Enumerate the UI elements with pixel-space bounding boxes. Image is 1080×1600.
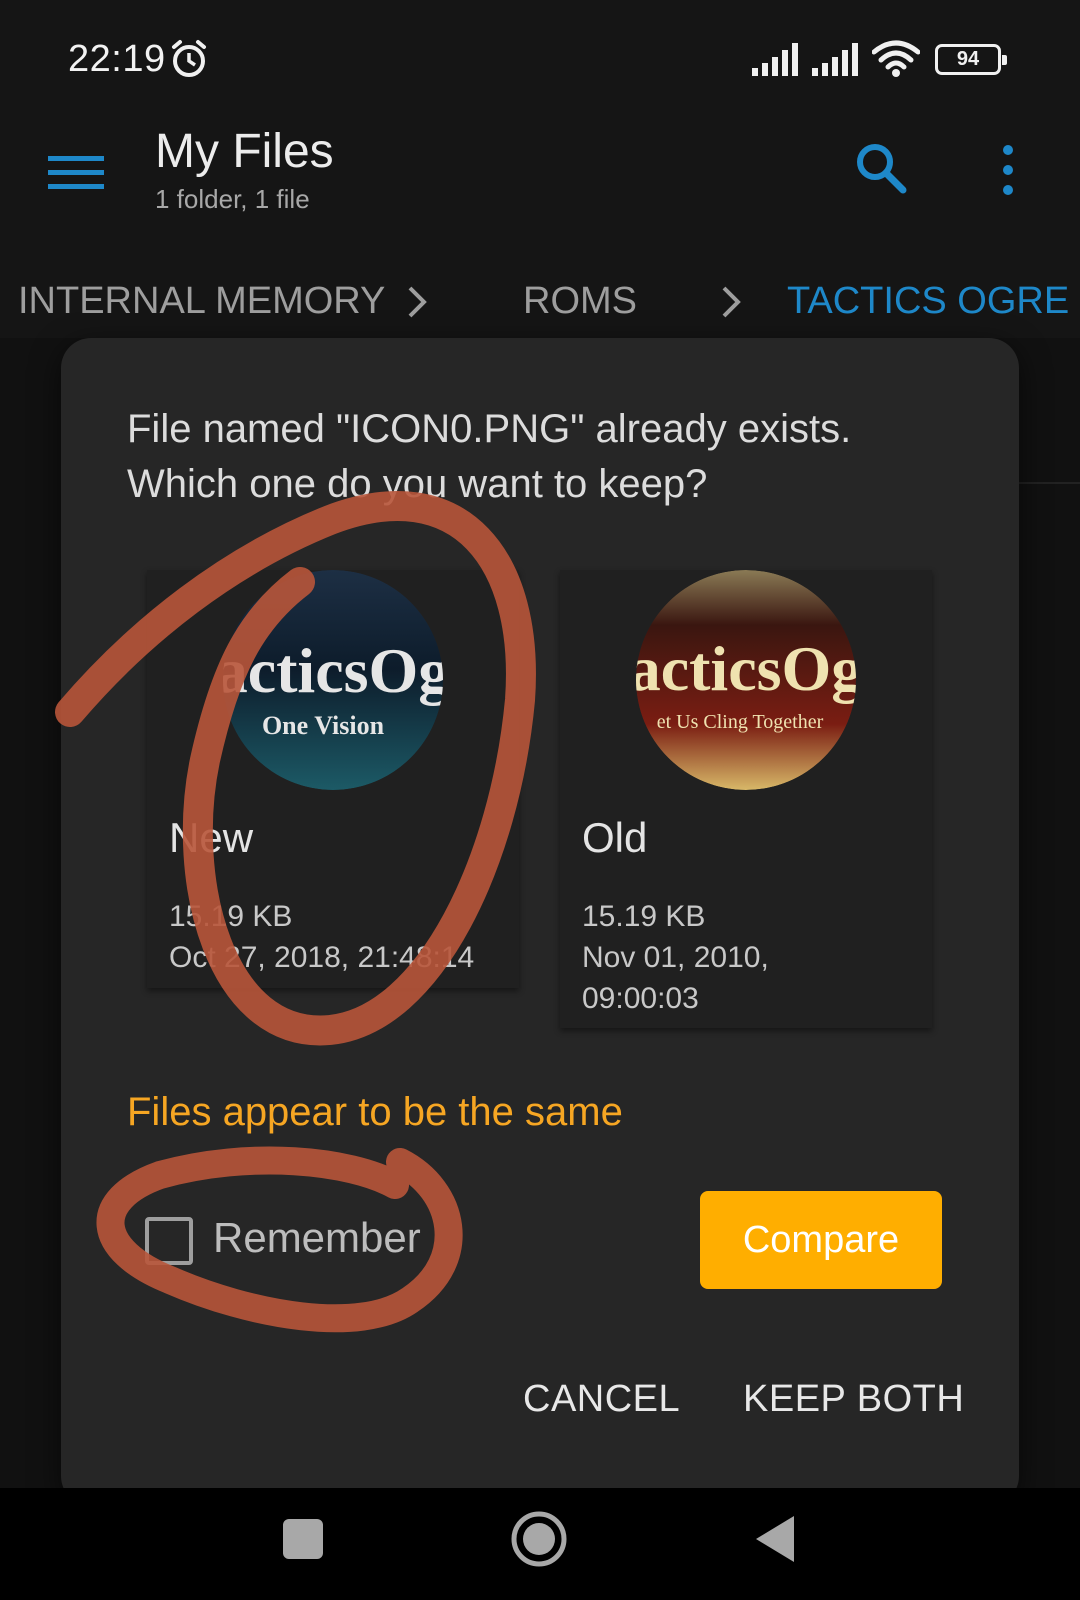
remember-checkbox[interactable] <box>145 1217 193 1265</box>
chevron-right-icon <box>408 286 427 318</box>
navigation-bar <box>0 1488 1080 1600</box>
alarm-icon <box>172 40 206 77</box>
old-file-label: Old <box>582 814 648 861</box>
old-file-size: 15.19 KB <box>582 900 706 933</box>
breadcrumb-roms[interactable]: ROMS <box>523 280 637 323</box>
home-icon[interactable] <box>510 1510 568 1568</box>
breadcrumb-tactics-ogre[interactable]: TACTICS OGRE <box>787 280 1069 323</box>
app-subtitle: 1 folder, 1 file <box>155 184 310 214</box>
more-options-icon[interactable] <box>996 142 1020 198</box>
breadcrumb: INTERNAL MEMORY ROMS TACTICS OGRE <box>0 248 1080 338</box>
screen: 22:19 94 My Files 1 folder, 1 file INTER… <box>0 0 1080 1600</box>
new-file-date: Oct 27, 2018, 21:48:14 <box>169 941 475 974</box>
chevron-right-icon <box>722 286 741 318</box>
old-file-meta: 15.19 KB Nov 01, 2010, 09:00:03 <box>582 896 832 1019</box>
app-bar: My Files 1 folder, 1 file <box>0 118 1080 248</box>
files-same-warning: Files appear to be the same <box>127 1090 623 1134</box>
wifi-icon <box>872 40 920 77</box>
old-file-thumbnail: acticsOg et Us Cling Together <box>636 570 856 790</box>
new-file-thumbnail: acticsOg One Vision <box>223 570 443 790</box>
new-thumb-subtitle: One Vision <box>262 711 385 740</box>
compare-button[interactable]: Compare <box>700 1191 942 1289</box>
battery-icon: 94 <box>935 44 1007 75</box>
back-icon[interactable] <box>754 1514 798 1564</box>
new-thumb-title: acticsOg <box>223 635 443 706</box>
signal-icon <box>752 43 798 76</box>
new-file-label: New <box>169 814 254 861</box>
old-thumb-subtitle: et Us Cling Together <box>657 711 824 733</box>
new-file-meta: 15.19 KB Oct 27, 2018, 21:48:14 <box>169 896 509 978</box>
app-title: My Files <box>155 125 334 178</box>
signal-icon-2 <box>812 43 858 76</box>
new-file-size: 15.19 KB <box>169 900 293 933</box>
hamburger-menu-icon[interactable] <box>48 148 106 198</box>
status-time: 22:19 <box>68 38 166 80</box>
status-bar: 22:19 94 <box>0 0 1080 118</box>
keep-both-button[interactable]: KEEP BOTH <box>743 1378 964 1421</box>
new-file-card[interactable]: acticsOg One Vision New 15.19 KB Oct 27,… <box>147 570 519 988</box>
search-icon[interactable] <box>853 140 909 196</box>
breadcrumb-internal-memory[interactable]: INTERNAL MEMORY <box>18 280 385 323</box>
battery-level: 94 <box>956 48 980 70</box>
remember-label[interactable]: Remember <box>213 1214 421 1262</box>
file-conflict-dialog: File named "ICON0.PNG" already exists. W… <box>61 338 1019 1506</box>
dialog-message: File named "ICON0.PNG" already exists. W… <box>127 407 852 506</box>
old-file-date: Nov 01, 2010, 09:00:03 <box>582 941 769 1015</box>
recent-apps-icon[interactable] <box>282 1518 324 1560</box>
old-thumb-title: acticsOg <box>636 633 856 704</box>
cancel-button[interactable]: CANCEL <box>523 1378 680 1421</box>
old-file-card[interactable]: acticsOg et Us Cling Together Old 15.19 … <box>560 570 932 1028</box>
